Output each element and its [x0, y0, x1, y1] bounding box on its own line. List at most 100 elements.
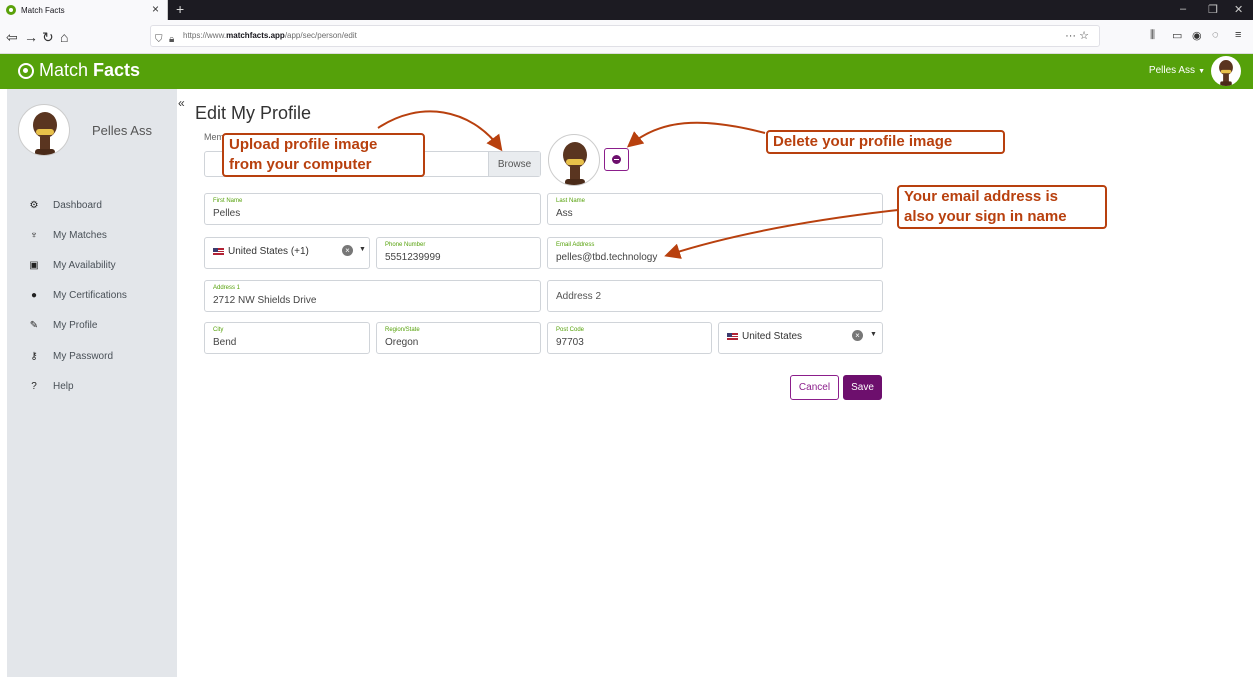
- address2-field[interactable]: Address 2: [547, 280, 883, 312]
- city-label: City: [213, 327, 224, 333]
- phone-country-value: United States (+1): [213, 246, 309, 257]
- avatar-figure-icon: [33, 112, 57, 155]
- sidebar-item-label: My Profile: [53, 320, 98, 332]
- question-icon: ?: [31, 380, 37, 392]
- email-value: pelles@tbd.technology: [556, 252, 658, 263]
- upload-annotation-line1: Upload profile image: [229, 136, 378, 153]
- certificate-icon: ●: [30, 290, 38, 302]
- sidebar-item-my-availability[interactable]: ▣ My Availability: [7, 250, 177, 280]
- clear-icon[interactable]: ×: [342, 245, 353, 256]
- chevron-down-icon[interactable]: ▼: [870, 331, 877, 338]
- browser-nav-bar: ⇦ → ↻ ⌂ ⛉ 🔒︎ https://www.matchfacts.app/…: [0, 20, 1253, 54]
- email-label: Email Address: [556, 242, 595, 248]
- sidebar-item-help[interactable]: ? Help: [7, 371, 177, 401]
- minus-circle-icon: [612, 155, 621, 164]
- reader-icon[interactable]: ▭: [1172, 29, 1182, 42]
- sidebar-avatar[interactable]: [18, 104, 70, 156]
- delete-arrow: [626, 121, 766, 148]
- home-icon[interactable]: ⌂: [60, 28, 68, 46]
- us-flag-icon: [213, 247, 224, 255]
- sidebar-item-label: Dashboard: [53, 199, 102, 211]
- save-button[interactable]: Save: [843, 375, 882, 400]
- country-select[interactable]: United States × ▼: [718, 322, 883, 354]
- sidebar-item-my-password[interactable]: ⚷ My Password: [7, 341, 177, 371]
- phone-number-value: 5551239999: [385, 252, 441, 263]
- browse-button[interactable]: Browse: [488, 152, 540, 176]
- sidebar-user-name: Pelles Ass: [92, 123, 152, 138]
- page-actions[interactable]: ··· ☆: [1065, 26, 1089, 46]
- last-name-field[interactable]: Last Name Ass: [547, 193, 883, 225]
- user-menu[interactable]: Pelles Ass ▼: [1149, 65, 1205, 76]
- chevron-down-icon[interactable]: ▼: [359, 246, 366, 253]
- sidebar-item-label: My Availability: [53, 259, 116, 271]
- menu-icon[interactable]: ≡: [1235, 29, 1241, 41]
- profile-image-preview: [548, 134, 600, 186]
- back-icon[interactable]: ⇦: [6, 28, 18, 46]
- last-name-label: Last Name: [556, 198, 586, 204]
- sidebar-item-label: My Matches: [53, 229, 107, 241]
- delete-annotation: Delete your profile image: [766, 130, 1005, 154]
- email-annotation-line2: also your sign in name: [904, 208, 1067, 225]
- sidebar-item-label: Help: [53, 380, 74, 392]
- lock-icon[interactable]: 🔒︎: [169, 30, 174, 50]
- email-annotation: Your email address is also your sign in …: [897, 185, 1107, 229]
- post-code-field[interactable]: Post Code 97703: [547, 322, 712, 354]
- address1-value: 2712 NW Shields Drive: [213, 295, 317, 306]
- upload-annotation-line2: from your computer: [229, 156, 372, 173]
- region-label: Region/State: [385, 327, 420, 333]
- sidebar-item-my-profile[interactable]: ✎ My Profile: [7, 311, 177, 341]
- account-icon[interactable]: ◉: [1192, 29, 1202, 42]
- address1-label: Address 1: [213, 285, 241, 291]
- phone-number-label: Phone Number: [385, 242, 426, 248]
- first-name-label: First Name: [213, 198, 243, 204]
- last-name-value: Ass: [556, 208, 573, 219]
- sidebar-item-my-matches[interactable]: ♆ My Matches: [7, 220, 177, 250]
- url-text: https://www.matchfacts.app/app/sec/perso…: [183, 31, 357, 40]
- brand-name-light: Match: [39, 60, 89, 80]
- dashboard-icon: ⚙: [29, 199, 39, 211]
- brand-logo[interactable]: Match Facts: [18, 60, 140, 81]
- address2-placeholder: Address 2: [556, 291, 602, 302]
- sidebar-item-label: My Certifications: [53, 290, 127, 302]
- trophy-icon: ♆: [30, 229, 38, 241]
- browser-tab-bar: Match Facts × + – ❐ ✕: [0, 0, 1253, 20]
- page-title: Edit My Profile: [195, 103, 312, 123]
- post-code-value: 97703: [556, 337, 584, 348]
- sidebar-item-my-certifications[interactable]: ● My Certifications: [7, 281, 177, 311]
- reload-icon[interactable]: ↻: [42, 28, 54, 46]
- forward-icon[interactable]: →: [24, 28, 38, 46]
- sidebar-item-dashboard[interactable]: ⚙ Dashboard: [7, 190, 177, 220]
- avatar[interactable]: [1211, 56, 1241, 86]
- app-header: Match Facts Pelles Ass ▼: [0, 54, 1253, 89]
- sidebar-menu: ⚙ Dashboard ♆ My Matches ▣ My Availability …: [7, 190, 177, 401]
- phone-number-field[interactable]: Phone Number 5551239999: [376, 237, 541, 269]
- delete-image-button[interactable]: [604, 148, 629, 171]
- cancel-button[interactable]: Cancel: [790, 375, 839, 400]
- avatar-figure-icon: [1219, 60, 1233, 86]
- country-value: United States: [727, 331, 802, 342]
- browser-tab[interactable]: Match Facts ×: [0, 0, 168, 20]
- first-name-field[interactable]: First Name Pelles: [204, 193, 541, 225]
- phone-country-select[interactable]: United States (+1) × ▼: [204, 237, 370, 269]
- library-icon[interactable]: ⫼: [1150, 29, 1155, 42]
- collapse-sidebar-icon[interactable]: «: [178, 96, 185, 110]
- new-tab-icon[interactable]: +: [176, 1, 184, 17]
- minimize-icon[interactable]: –: [1180, 3, 1186, 15]
- restore-icon[interactable]: ❐: [1208, 3, 1218, 16]
- url-bar[interactable]: ⛉ 🔒︎ https://www.matchfacts.app/app/sec/…: [150, 25, 1100, 47]
- window-close-icon[interactable]: ✕: [1234, 3, 1243, 16]
- region-field[interactable]: Region/State Oregon: [376, 322, 541, 354]
- tab-close-icon[interactable]: ×: [152, 2, 159, 16]
- region-value: Oregon: [385, 337, 419, 348]
- city-field[interactable]: City Bend: [204, 322, 370, 354]
- extension-icon[interactable]: ◌: [1212, 29, 1219, 41]
- email-annotation-line1: Your email address is: [904, 188, 1058, 205]
- email-field[interactable]: Email Address pelles@tbd.technology: [547, 237, 883, 269]
- address1-field[interactable]: Address 1 2712 NW Shields Drive: [204, 280, 541, 312]
- upload-annotation: Upload profile image from your computer: [222, 133, 425, 177]
- clear-icon[interactable]: ×: [852, 330, 863, 341]
- shield-icon[interactable]: ⛉: [155, 30, 163, 50]
- avatar-figure-icon: [563, 142, 587, 185]
- key-icon: ⚷: [30, 350, 38, 362]
- match-facts-favicon-icon: [6, 5, 16, 15]
